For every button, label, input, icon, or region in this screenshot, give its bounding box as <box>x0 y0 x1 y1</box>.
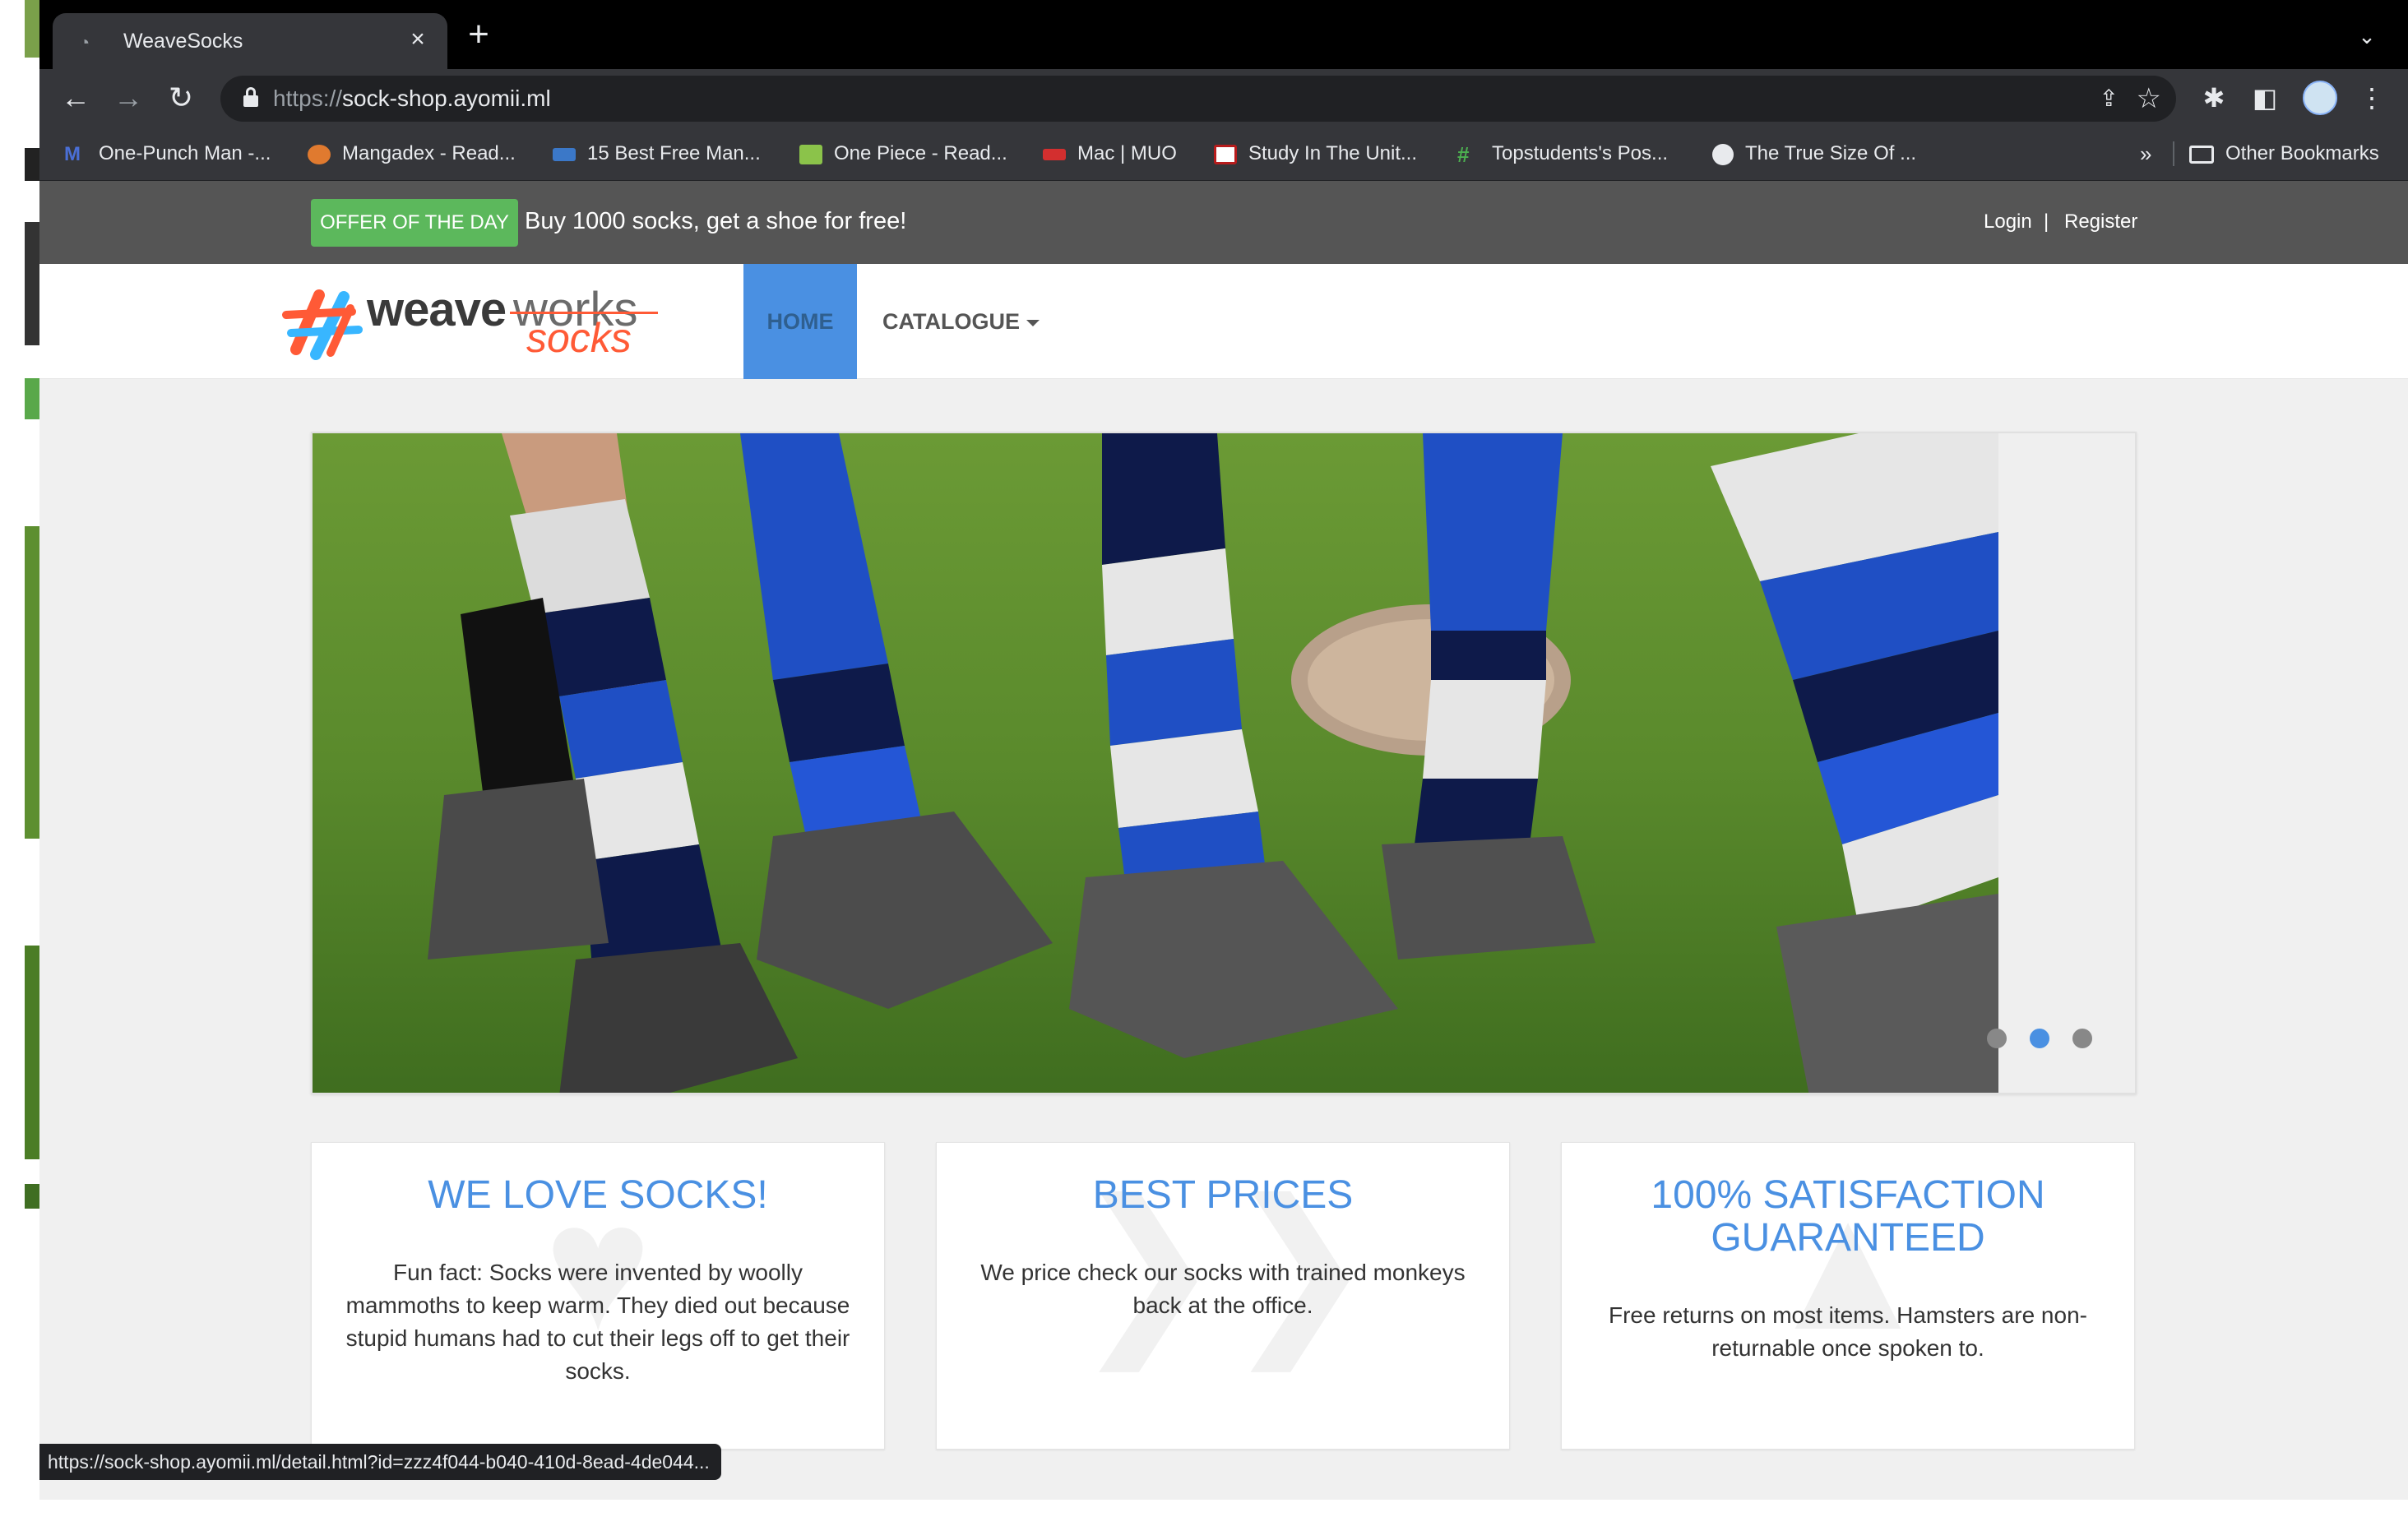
card-title: 100% SATISFACTION GUARANTEED <box>1651 1173 2045 1260</box>
bookmark-topstudents[interactable]: # Topstudents's Pos... <box>1457 140 1668 168</box>
register-link[interactable]: Register <box>2064 209 2137 235</box>
carousel-dot-2[interactable] <box>2030 1029 2049 1048</box>
menu-icon[interactable]: ⋮ <box>2354 81 2390 117</box>
bookmarks-bar: M One-Punch Man -... Mangadex - Read... 1… <box>39 127 2408 181</box>
carousel-dot-3[interactable] <box>2072 1029 2092 1048</box>
bookmark-study-in-the-unit[interactable]: Study In The Unit... <box>1214 140 1417 168</box>
other-bookmarks-folder[interactable]: Other Bookmarks <box>2189 140 2379 168</box>
share-icon[interactable]: ⇪ <box>2100 86 2119 112</box>
mut-icon <box>553 147 576 161</box>
forward-icon[interactable]: → <box>110 81 146 117</box>
tab-title: WeaveSocks <box>123 30 243 53</box>
new-tab-button[interactable]: + <box>462 16 495 53</box>
card-body: Free returns on most items. Hamsters are… <box>1609 1302 2087 1361</box>
logo-word-weave: weave <box>367 283 507 336</box>
hero-carousel[interactable] <box>311 432 2137 1094</box>
globe-icon <box>1712 143 1734 165</box>
login-link[interactable]: Login <box>1984 209 2032 235</box>
browser-toolbar: ← → ↻ https://sock-shop.ayomii.ml ⇪ ☆ ✱ … <box>39 69 2408 127</box>
weaveworks-socks-logo[interactable]: weave works socks <box>280 279 674 364</box>
bookmark-15-best-free-manga[interactable]: 15 Best Free Man... <box>553 140 761 168</box>
profile-avatar[interactable] <box>2303 81 2337 115</box>
logo-word-socks: socks <box>526 315 632 361</box>
bookmark-one-piece[interactable]: One Piece - Read... <box>799 140 1007 168</box>
tab-search-icon[interactable]: ⌄ <box>2354 23 2380 49</box>
tab-strip: ◔ WeaveSocks × + ⌄ <box>39 0 2408 69</box>
login-register-separator: | <box>2044 210 2049 233</box>
bookmark-mangadex[interactable]: Mangadex - Read... <box>308 140 516 168</box>
bookmarks-separator <box>2173 141 2174 166</box>
nav-catalogue-label: CATALOGUE <box>882 309 1020 334</box>
nav-home[interactable]: HOME <box>743 264 857 379</box>
manga-icon: M <box>64 142 81 165</box>
bookmark-one-punch-man[interactable]: M One-Punch Man -... <box>64 140 271 168</box>
card-title: BEST PRICES <box>1092 1173 1354 1217</box>
offer-text: Buy 1000 socks, get a shoe for free! <box>525 208 907 234</box>
mangadex-icon <box>308 144 331 164</box>
info-card-best-prices: ❯❯ BEST PRICES We price check our socks … <box>936 1142 1510 1450</box>
info-card-satisfaction-guaranteed: ▲ 100% SATISFACTION GUARANTEED Free retu… <box>1561 1142 2135 1450</box>
address-bar[interactable]: https://sock-shop.ayomii.ml ⇪ ☆ <box>220 76 2176 122</box>
info-card-we-love-socks: ♥ WE LOVE SOCKS! Fun fact: Socks were in… <box>311 1142 885 1450</box>
bookmark-star-icon[interactable]: ☆ <box>2137 82 2161 115</box>
bookmark-true-size-of[interactable]: The True Size Of ... <box>1712 140 1916 168</box>
nav-catalogue-dropdown[interactable]: CATALOGUE <box>882 264 1040 379</box>
weaveworks-mark-icon <box>282 289 363 360</box>
logo-strike <box>510 312 658 314</box>
card-title: WE LOVE SOCKS! <box>428 1173 768 1217</box>
status-bar-url: https://sock-shop.ayomii.ml/detail.html?… <box>39 1444 721 1480</box>
folder-icon <box>2189 145 2214 164</box>
extensions-icon[interactable]: ✱ <box>2196 81 2232 117</box>
web-page: OFFER OF THE DAY Buy 1000 socks, get a s… <box>39 181 2408 1500</box>
topstudents-icon: # <box>1457 141 1470 167</box>
page-favicon-icon: ◔ <box>79 32 90 53</box>
study-icon <box>1214 144 1237 164</box>
background-window-edge <box>0 0 39 1526</box>
bookmark-mac-muo[interactable]: Mac | MUO <box>1043 140 1177 168</box>
card-body: Fun fact: Socks were invented by woolly … <box>345 1260 850 1384</box>
main-navbar: weave works socks HOME CATALOGUE <box>39 264 2408 379</box>
onepiece-icon <box>799 144 822 164</box>
offer-badge: OFFER OF THE DAY <box>311 199 518 247</box>
url-text: https://sock-shop.ayomii.ml <box>273 86 551 111</box>
offer-topbar: OFFER OF THE DAY Buy 1000 socks, get a s… <box>39 181 2408 264</box>
carousel-dot-1[interactable] <box>1987 1029 2007 1048</box>
reload-icon[interactable]: ↻ <box>163 81 199 117</box>
browser-window: ◔ WeaveSocks × + ⌄ ← → ↻ https://sock-sh… <box>39 0 2408 1500</box>
bottom-edge <box>0 1500 2408 1526</box>
back-icon[interactable]: ← <box>58 81 94 117</box>
close-tab-icon[interactable]: × <box>403 25 433 54</box>
caret-down-icon <box>1026 319 1040 326</box>
card-body: We price check our socks with trained mo… <box>980 1260 1466 1318</box>
side-panel-icon[interactable]: ◧ <box>2247 81 2283 117</box>
rugby-socks-illustration <box>313 433 1998 1093</box>
hero-image-socks <box>313 433 1998 1093</box>
more-bookmarks-chevron-icon[interactable]: » <box>2140 140 2151 168</box>
muo-icon <box>1043 148 1066 160</box>
lock-icon[interactable] <box>243 87 258 109</box>
tab-weavesocks[interactable]: ◔ WeaveSocks × <box>53 13 447 69</box>
